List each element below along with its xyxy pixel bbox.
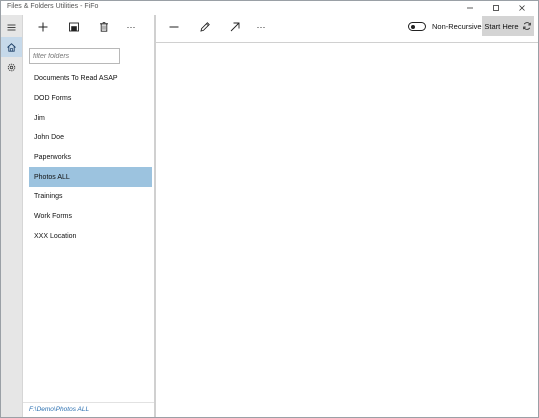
folder-item[interactable]: XXX Location	[29, 227, 152, 247]
save-button[interactable]	[63, 18, 85, 36]
home-button[interactable]	[1, 37, 22, 57]
close-icon	[519, 5, 525, 11]
current-path-link[interactable]: F:\Demo\Photos ALL	[29, 406, 89, 413]
folder-item[interactable]: John Doe	[29, 128, 152, 148]
open-button[interactable]	[224, 18, 246, 36]
maximize-button[interactable]	[483, 1, 509, 15]
start-here-label: Start Here	[484, 21, 519, 31]
remove-button[interactable]	[163, 18, 185, 36]
add-folder-button[interactable]	[32, 18, 54, 36]
folder-list: Documents To Read ASAP DOD Forms Jim Joh…	[29, 69, 152, 246]
folder-item-selected[interactable]: Photos ALL	[29, 167, 152, 188]
toggle-switch[interactable]	[408, 22, 426, 31]
folder-item[interactable]: Work Forms	[29, 207, 152, 227]
save-icon	[69, 22, 79, 32]
home-icon	[7, 42, 16, 52]
edit-button[interactable]	[194, 18, 216, 36]
folder-item[interactable]: Paperworks	[29, 148, 152, 168]
minus-icon	[169, 26, 179, 28]
arrow-up-right-icon	[230, 22, 240, 32]
status-divider	[23, 402, 154, 403]
content-pane: ··· Non-Recursive Start Here	[156, 15, 538, 417]
folder-item[interactable]: Documents To Read ASAP	[29, 69, 152, 89]
filter-folders-input[interactable]	[29, 48, 120, 64]
folders-pane: ··· Documents To Read ASAP DOD Forms Jim…	[23, 15, 156, 417]
content-toolbar: ··· Non-Recursive Start Here	[156, 15, 538, 43]
toggle-label: Non-Recursive	[432, 22, 482, 31]
minimize-icon	[467, 7, 473, 9]
hamburger-menu-icon	[7, 24, 16, 30]
folder-item[interactable]: Trainings	[29, 187, 152, 207]
start-here-button[interactable]: Start Here	[482, 16, 534, 36]
settings-button[interactable]	[1, 57, 22, 77]
folder-item[interactable]: Jim	[29, 108, 152, 128]
more-options-button[interactable]: ···	[120, 18, 142, 36]
non-recursive-toggle[interactable]: Non-Recursive	[408, 22, 482, 31]
title-bar: Files & Folders Utilities - FiFo	[1, 1, 538, 15]
more-actions-button[interactable]: ···	[250, 18, 272, 36]
delete-button[interactable]	[93, 18, 115, 36]
navigation-rail	[1, 15, 23, 417]
folders-toolbar: ···	[23, 15, 154, 39]
close-button[interactable]	[509, 1, 535, 15]
app-window: Files & Folders Utilities - FiFo ··· fil…	[0, 0, 539, 418]
pencil-icon	[200, 22, 210, 32]
folder-item[interactable]: DOD Forms	[29, 89, 152, 109]
hamburger-menu-button[interactable]	[1, 17, 22, 37]
delete-icon	[100, 22, 108, 32]
refresh-icon	[522, 22, 531, 30]
toggle-knob	[411, 24, 415, 29]
window-title: Files & Folders Utilities - FiFo	[7, 3, 99, 10]
add-icon	[38, 22, 48, 32]
gear-icon	[7, 63, 16, 71]
minimize-button[interactable]	[457, 1, 483, 15]
maximize-icon	[493, 5, 499, 11]
